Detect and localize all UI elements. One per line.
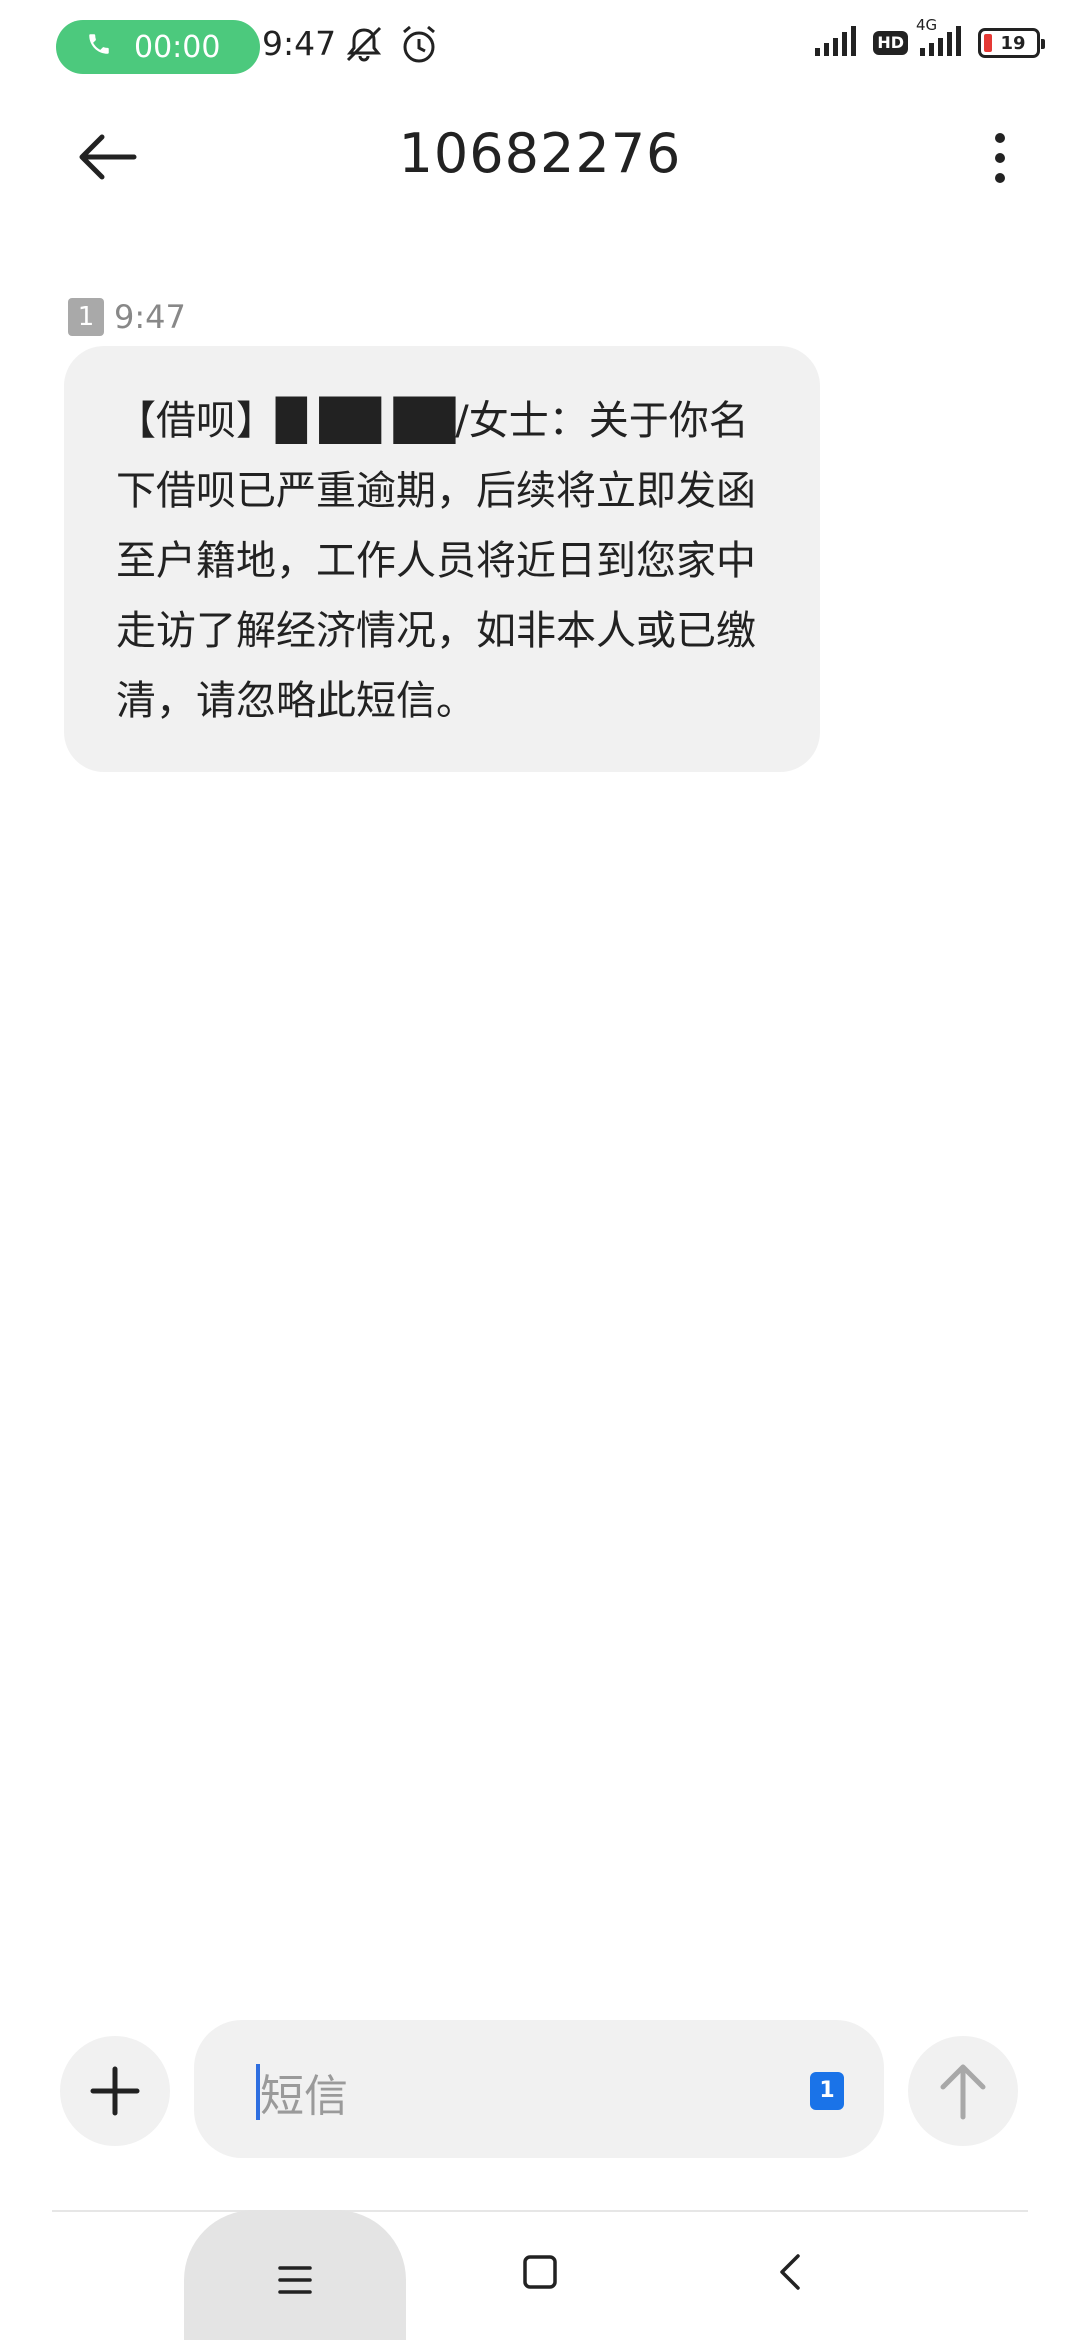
back-chevron-icon [780, 2254, 800, 2290]
send-arrow-icon [940, 2064, 986, 2120]
home-square-icon [523, 2255, 557, 2289]
battery-level: 19 [1000, 32, 1026, 54]
message-bubble[interactable]: 【借呗】█ ██ ██/女士：关于你名下借呗已严重逾期，后续将立即发函至户籍地，… [64, 346, 820, 772]
sim-select-button[interactable]: 1 [810, 2072, 844, 2110]
send-button[interactable] [908, 2036, 1018, 2146]
signal-4g: 4G [916, 16, 968, 62]
network-type-label: 4G [916, 16, 938, 34]
menu-icon [278, 2266, 312, 2294]
sms-conversation-screen: 00:00 9:47 HD 4G 19 10682276 1 9:47 【借呗】… [0, 0, 1080, 2340]
message-text: 【借呗】█ ██ ██/女士：关于你名下借呗已严重逾期，后续将立即发函至户籍地，… [116, 398, 756, 724]
message-meta: 1 9:47 [68, 298, 186, 336]
more-options-button[interactable] [980, 128, 1020, 188]
add-attachment-button[interactable] [60, 2036, 170, 2146]
message-time: 9:47 [114, 298, 186, 336]
alarm-icon [398, 24, 440, 70]
divider [52, 2210, 1028, 2212]
nav-back-button[interactable] [776, 2252, 806, 2292]
sim-badge: 1 [68, 298, 104, 336]
message-input-box[interactable]: 短信 1 [194, 2020, 884, 2158]
nav-menu-button[interactable] [184, 2210, 406, 2340]
hd-badge: HD [873, 31, 908, 55]
status-time: 9:47 [262, 24, 337, 63]
mute-bell-icon [342, 24, 386, 68]
plus-icon [90, 2066, 140, 2116]
more-vertical-icon [995, 133, 1005, 183]
signal-icon [813, 24, 863, 62]
ongoing-call-pill[interactable]: 00:00 [56, 20, 260, 74]
nav-home-button[interactable] [522, 2254, 558, 2290]
battery-icon: 19 [978, 28, 1045, 58]
conversation-title: 10682276 [398, 122, 682, 185]
message-input[interactable]: 短信 [260, 2060, 348, 2124]
phone-icon [86, 30, 112, 65]
status-right-cluster: HD 4G 19 [813, 16, 1045, 62]
call-timer: 00:00 [134, 29, 221, 65]
